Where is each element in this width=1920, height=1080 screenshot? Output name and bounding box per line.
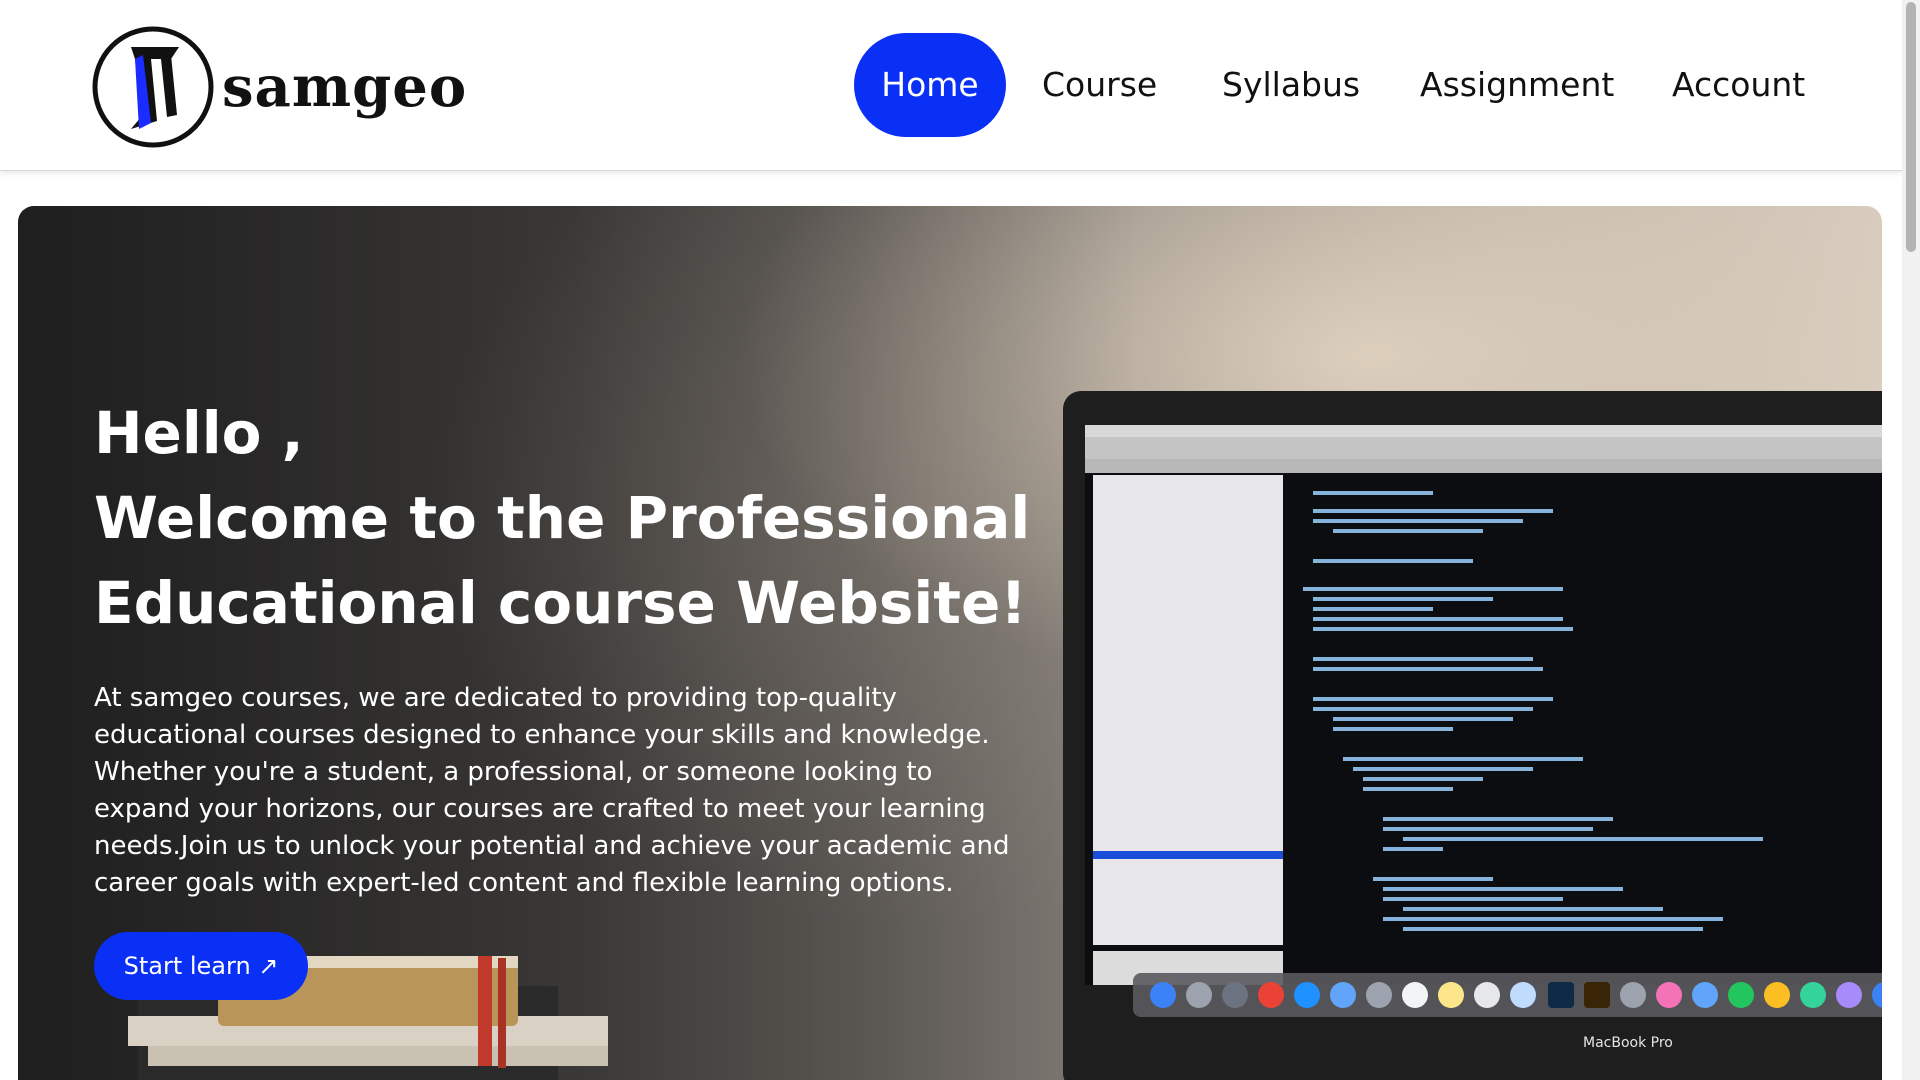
hero-description: At samgeo courses, we are dedicated to p…: [94, 683, 1010, 898]
nav-home[interactable]: Home: [854, 33, 1006, 137]
hero-content: Hello , Welcome to the Professional Educ…: [94, 391, 1054, 928]
site-header: samgeo Home Course Syllabus Assignment A…: [0, 0, 1902, 171]
nav-account[interactable]: Account: [1672, 33, 1805, 137]
hero-banner: MacBook Pro Hello , Welcome to the Profe…: [18, 206, 1882, 1080]
laptop-code-image: MacBook Pro: [1063, 391, 1882, 1080]
page-scrollbar[interactable]: [1902, 0, 1920, 1080]
nav-course[interactable]: Course: [1042, 33, 1157, 137]
hero-greeting: Hello ,: [94, 399, 304, 467]
samgeo-logo-icon[interactable]: [91, 25, 215, 149]
hero-heading: Hello , Welcome to the Professional Educ…: [94, 391, 1054, 646]
hero-title-line-1: Welcome to the Professional: [94, 484, 1031, 552]
nav-syllabus[interactable]: Syllabus: [1222, 33, 1360, 137]
nav-assignment[interactable]: Assignment: [1420, 33, 1614, 137]
laptop-brand-label: MacBook Pro: [1583, 1035, 1673, 1051]
scrollbar-thumb[interactable]: [1906, 2, 1916, 252]
brand-name[interactable]: samgeo: [222, 52, 467, 122]
hero-title-line-2: Educational course Website!: [94, 569, 1027, 637]
start-learn-button[interactable]: Start learn ↗: [94, 932, 308, 1000]
